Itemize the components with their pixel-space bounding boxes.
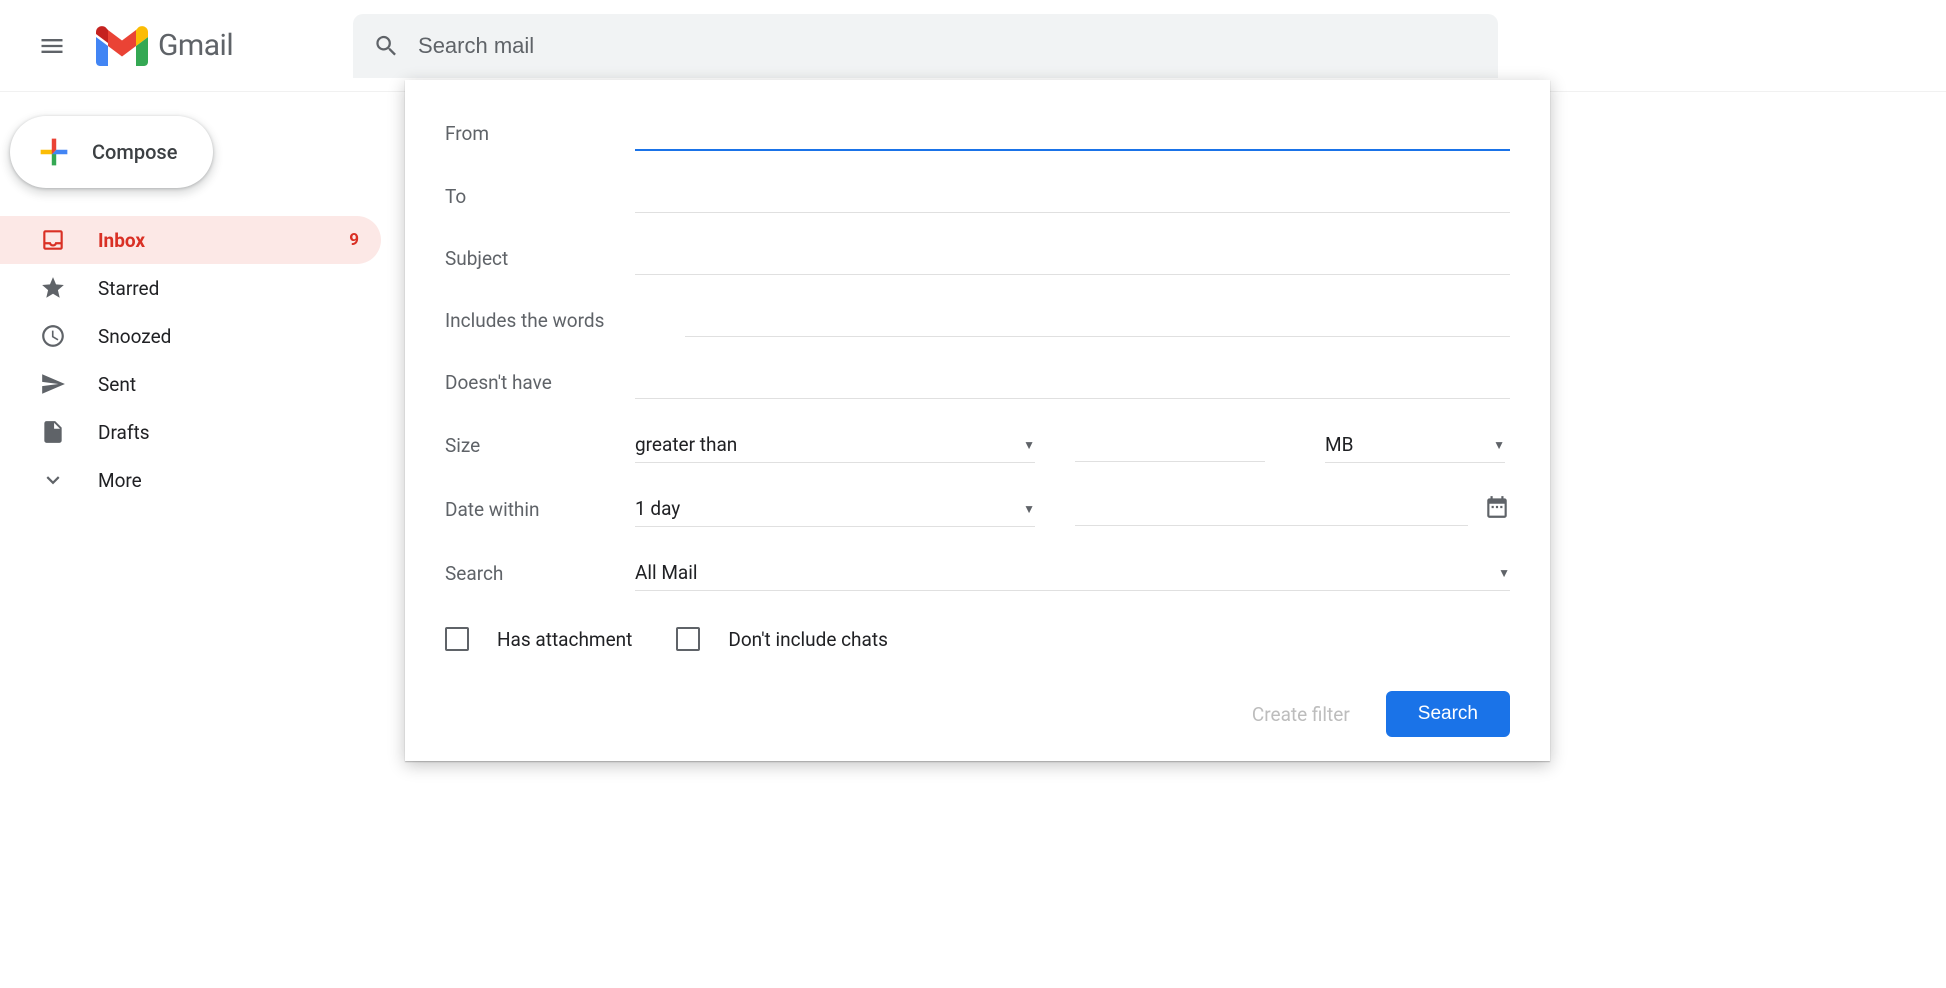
dropdown-arrow-icon: ▼ xyxy=(1023,438,1035,452)
checkbox-box-icon xyxy=(676,627,700,651)
doesnt-input[interactable] xyxy=(635,365,1510,399)
subject-row: Subject xyxy=(445,241,1510,275)
search-button[interactable]: Search xyxy=(1386,691,1510,737)
create-filter-button: Create filter xyxy=(1252,703,1350,726)
sidebar-item-label: Inbox xyxy=(98,229,349,252)
chevron-down-icon xyxy=(38,467,68,493)
calendar-icon xyxy=(1484,494,1510,520)
includes-label: Includes the words xyxy=(445,309,685,332)
size-unit-select[interactable]: MB ▼ xyxy=(1325,427,1505,463)
sidebar-item-drafts[interactable]: Drafts xyxy=(0,408,381,456)
from-input[interactable] xyxy=(635,116,1510,151)
main: From To Subject Includes the words Doesn… xyxy=(405,92,1946,988)
sidebar-item-label: Drafts xyxy=(98,421,381,444)
size-value-input[interactable] xyxy=(1075,428,1265,462)
inbox-count: 9 xyxy=(349,230,359,250)
has-attachment-checkbox[interactable]: Has attachment xyxy=(445,627,632,651)
size-label: Size xyxy=(445,434,635,457)
inbox-icon xyxy=(38,227,68,253)
gmail-text: Gmail xyxy=(158,28,233,63)
send-icon xyxy=(38,371,68,397)
search-icon xyxy=(373,32,400,60)
star-icon xyxy=(38,275,68,301)
gmail-logo[interactable]: Gmail xyxy=(96,26,233,66)
button-row: Create filter Search xyxy=(445,691,1510,737)
search-input[interactable] xyxy=(418,33,1478,59)
sidebar-item-sent[interactable]: Sent xyxy=(0,360,381,408)
sidebar-item-more[interactable]: More xyxy=(0,456,381,504)
to-input[interactable] xyxy=(635,179,1510,213)
search-folder-label: Search xyxy=(445,562,635,585)
includes-row: Includes the words xyxy=(445,303,1510,337)
hamburger-icon xyxy=(38,32,66,60)
compose-label: Compose xyxy=(92,140,177,164)
search-folder-row: Search All Mail ▼ xyxy=(445,555,1510,591)
dropdown-arrow-icon: ▼ xyxy=(1023,502,1035,516)
search-folder-value: All Mail xyxy=(635,561,698,584)
subject-label: Subject xyxy=(445,247,635,270)
date-range-select[interactable]: 1 day ▼ xyxy=(635,491,1035,527)
checkbox-row: Has attachment Don't include chats xyxy=(445,627,1510,651)
search-folder-select[interactable]: All Mail ▼ xyxy=(635,555,1510,591)
to-row: To xyxy=(445,179,1510,213)
includes-input[interactable] xyxy=(685,303,1510,337)
sidebar-item-snoozed[interactable]: Snoozed xyxy=(0,312,381,360)
dont-include-chats-checkbox[interactable]: Don't include chats xyxy=(676,627,888,651)
sidebar-item-label: Snoozed xyxy=(98,325,381,348)
size-row: Size greater than ▼ MB ▼ xyxy=(445,427,1510,463)
layout: Compose Inbox 9 Starred Snoozed Sent Dra… xyxy=(0,92,1946,988)
calendar-button[interactable] xyxy=(1484,494,1510,524)
gmail-icon xyxy=(96,26,148,66)
search-bar[interactable] xyxy=(353,14,1498,78)
search-wrap xyxy=(353,14,1498,78)
has-attachment-label: Has attachment xyxy=(497,628,632,651)
search-filter-dropdown: From To Subject Includes the words Doesn… xyxy=(405,80,1550,761)
header: Gmail xyxy=(0,0,1946,92)
size-comparator-value: greater than xyxy=(635,433,737,456)
compose-button[interactable]: Compose xyxy=(10,116,213,188)
date-range-value: 1 day xyxy=(635,497,680,520)
date-label: Date within xyxy=(445,498,635,521)
sidebar-item-label: Sent xyxy=(98,373,381,396)
sidebar-item-label: Starred xyxy=(98,277,381,300)
subject-input[interactable] xyxy=(635,241,1510,275)
from-label: From xyxy=(445,122,635,145)
date-row: Date within 1 day ▼ xyxy=(445,491,1510,527)
to-label: To xyxy=(445,185,635,208)
sidebar-item-label: More xyxy=(98,469,381,492)
date-value-input[interactable] xyxy=(1075,492,1468,526)
from-row: From xyxy=(445,116,1510,151)
checkbox-box-icon xyxy=(445,627,469,651)
size-comparator-select[interactable]: greater than ▼ xyxy=(635,427,1035,463)
size-unit-value: MB xyxy=(1325,433,1353,456)
sidebar-item-inbox[interactable]: Inbox 9 xyxy=(0,216,381,264)
dropdown-arrow-icon: ▼ xyxy=(1498,566,1510,580)
clock-icon xyxy=(38,323,68,349)
doesnt-row: Doesn't have xyxy=(445,365,1510,399)
sidebar-item-starred[interactable]: Starred xyxy=(0,264,381,312)
doesnt-label: Doesn't have xyxy=(445,371,635,394)
main-menu-button[interactable] xyxy=(28,22,76,70)
dont-include-chats-label: Don't include chats xyxy=(728,628,888,651)
dropdown-arrow-icon: ▼ xyxy=(1493,438,1505,452)
file-icon xyxy=(38,419,68,445)
plus-icon xyxy=(34,132,74,172)
sidebar: Compose Inbox 9 Starred Snoozed Sent Dra… xyxy=(0,92,405,988)
